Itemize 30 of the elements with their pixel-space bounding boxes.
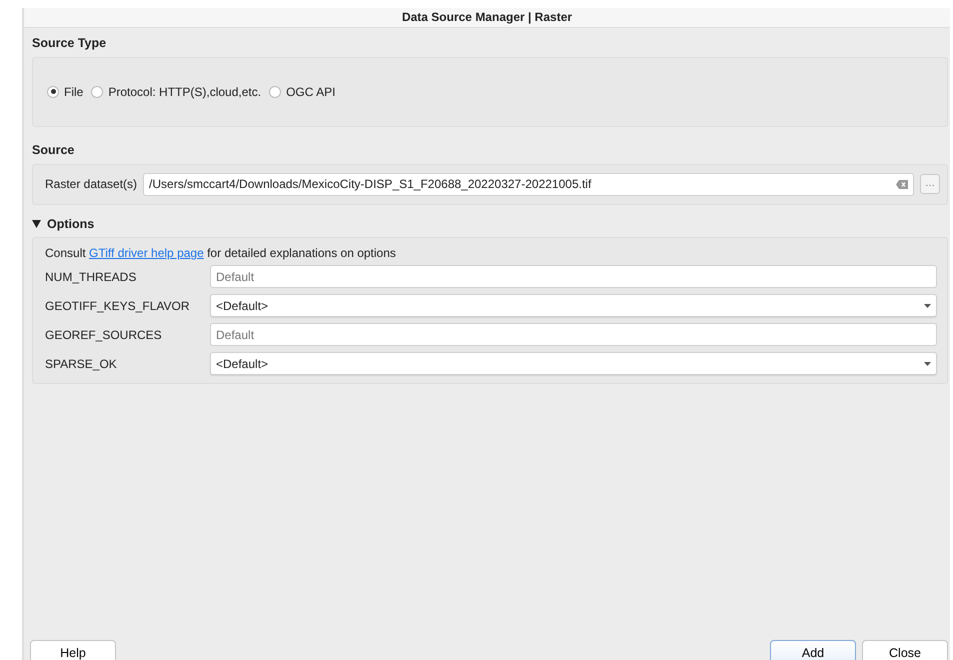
text-field[interactable]: Default xyxy=(210,323,937,346)
dropdown[interactable]: <Default> xyxy=(210,294,937,318)
dialog-button[interactable]: Close xyxy=(862,640,948,660)
section-title: Options xyxy=(47,216,94,233)
option-label: GEOREF_SOURCES xyxy=(45,326,163,344)
option-label: SPARSE_OK xyxy=(45,356,118,373)
expanded-arrow-icon[interactable] xyxy=(32,220,41,228)
option-label: NUM_THREADS xyxy=(45,268,138,286)
radio-label[interactable]: Protocol: HTTP(S),cloud,etc. xyxy=(108,82,262,101)
window-title: Data Source Manager | Raster xyxy=(402,9,572,26)
text-field[interactable]: Default xyxy=(210,265,937,288)
option-label: GEOTIFF_KEYS_FLAVOR xyxy=(45,298,190,315)
dialog-button[interactable]: Add xyxy=(770,640,856,660)
help-link[interactable]: GTiff driver help page xyxy=(89,246,204,260)
path-field[interactable]: /Users/smccart4/Downloads/MexicoCity-DISP_S1_F20688_20220327-20221005.tif xyxy=(143,172,914,196)
clear-icon[interactable] xyxy=(896,180,908,188)
radio-button[interactable] xyxy=(91,86,104,98)
caret-icon xyxy=(924,304,931,308)
dropdown[interactable]: <Default> xyxy=(210,352,937,376)
radio-button[interactable] xyxy=(269,86,282,98)
dialog-button[interactable]: Help xyxy=(30,640,116,660)
radio-label[interactable]: File xyxy=(64,82,84,101)
help-sentence: Consult GTiff driver help page for detailed explanations on options xyxy=(45,245,397,262)
section-title: Source Type xyxy=(32,36,106,50)
field-label: Raster dataset(s) xyxy=(45,176,138,193)
section-title: Source xyxy=(32,142,74,157)
radio-label[interactable]: OGC API xyxy=(286,82,336,101)
browse-button[interactable]: … xyxy=(920,174,940,194)
caret-icon xyxy=(924,362,931,366)
radio-button[interactable] xyxy=(47,86,59,98)
